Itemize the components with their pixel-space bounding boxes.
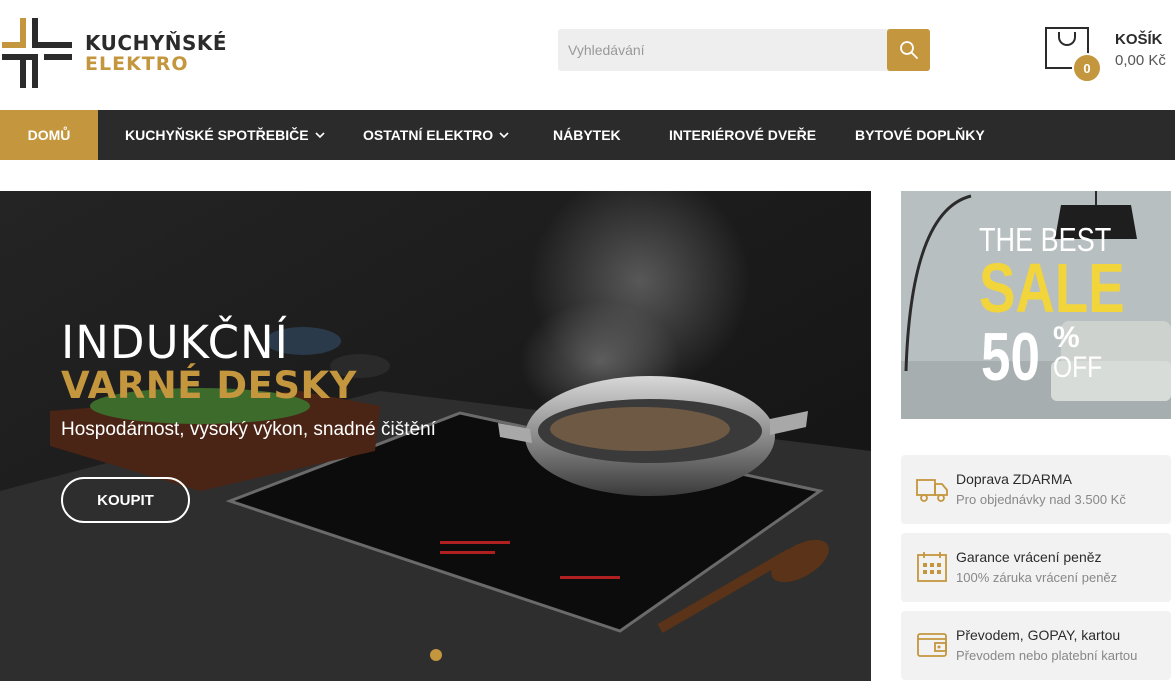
search-icon	[899, 41, 918, 59]
hero-title-line1: INDUKČNÍ	[61, 316, 289, 369]
hero-slider[interactable]: INDUKČNÍ VARNÉ DESKY Hospodárnost, vysok…	[0, 191, 871, 681]
search-bar	[558, 29, 930, 71]
logo-cross-icon	[2, 17, 72, 88]
info-text: 100% záruka vrácení peněz	[956, 570, 1118, 585]
info-title: Doprava ZDARMA	[956, 471, 1072, 487]
logo-line1: KUCHYŇSKÉ	[85, 30, 228, 55]
nav-item-label: DOMŮ	[27, 127, 71, 143]
nav-item-kitchen-appliances[interactable]: KUCHYŇSKÉ SPOTŘEBIČE	[98, 110, 337, 160]
nav-item-other-electro[interactable]: OSTATNÍ ELEKTRO	[337, 110, 553, 160]
search-input[interactable]	[558, 29, 887, 71]
info-box-payment: Převodem, GOPAY, kartou Převodem nebo pl…	[901, 611, 1171, 680]
sale-line2: SALE	[979, 249, 1125, 327]
truck-icon	[916, 479, 948, 502]
search-button[interactable]	[887, 29, 930, 71]
sale-percent: 50	[981, 319, 1040, 395]
info-text: Převodem nebo platební kartou	[956, 648, 1138, 663]
site-header: KUCHYŇSKÉ ELEKTRO 0 KOŠÍK 0,00 Kč	[0, 0, 1175, 110]
info-title: Garance vrácení peněz	[956, 549, 1102, 565]
nav-item-label: KUCHYŇSKÉ SPOTŘEBIČE	[125, 127, 309, 143]
nav-item-home-accessories[interactable]: BYTOVÉ DOPLŇKY	[855, 110, 1055, 160]
logo-line2: ELEKTRO	[85, 52, 189, 75]
info-box-shipping: Doprava ZDARMA Pro objednávky nad 3.500 …	[901, 455, 1171, 524]
sale-banner[interactable]: THE BEST SALE 50 % OFF	[901, 191, 1171, 419]
wallet-icon	[917, 633, 947, 657]
nav-item-interior-doors[interactable]: INTERIÉROVÉ DVEŘE	[669, 110, 855, 160]
sale-off: OFF	[1053, 351, 1103, 384]
logo[interactable]: KUCHYŇSKÉ ELEKTRO	[0, 14, 280, 92]
info-title: Převodem, GOPAY, kartou	[956, 627, 1121, 643]
chevron-down-icon	[499, 131, 509, 138]
info-box-guarantee: Garance vrácení peněz 100% záruka vrácen…	[901, 533, 1171, 602]
buy-button[interactable]: KOUPIT	[61, 477, 190, 523]
nav-item-label: BYTOVÉ DOPLŇKY	[855, 127, 985, 143]
main-nav: DOMŮ KUCHYŇSKÉ SPOTŘEBIČE OSTATNÍ ELEKTR…	[0, 110, 1175, 160]
sale-percent-sign: %	[1053, 321, 1080, 354]
cart-button[interactable]: 0 KOŠÍK 0,00 Kč	[1044, 24, 1175, 84]
nav-item-home[interactable]: DOMŮ	[0, 110, 98, 160]
calendar-icon	[917, 552, 947, 582]
cart-amount: 0,00 Kč	[1115, 52, 1166, 69]
nav-item-label: INTERIÉROVÉ DVEŘE	[669, 127, 817, 143]
cart-count-badge: 0	[1072, 53, 1102, 83]
hero-title-line2: VARNÉ DESKY	[61, 364, 357, 407]
info-text: Pro objednávky nad 3.500 Kč	[956, 492, 1126, 507]
nav-item-label: OSTATNÍ ELEKTRO	[363, 127, 494, 143]
slider-dot[interactable]	[430, 649, 442, 661]
nav-item-furniture[interactable]: NÁBYTEK	[553, 110, 669, 160]
hero-subtitle: Hospodárnost, vysoký výkon, snadné čiště…	[61, 419, 436, 440]
nav-item-label: NÁBYTEK	[553, 127, 621, 143]
chevron-down-icon	[315, 131, 325, 138]
cart-title: KOŠÍK	[1115, 31, 1163, 48]
